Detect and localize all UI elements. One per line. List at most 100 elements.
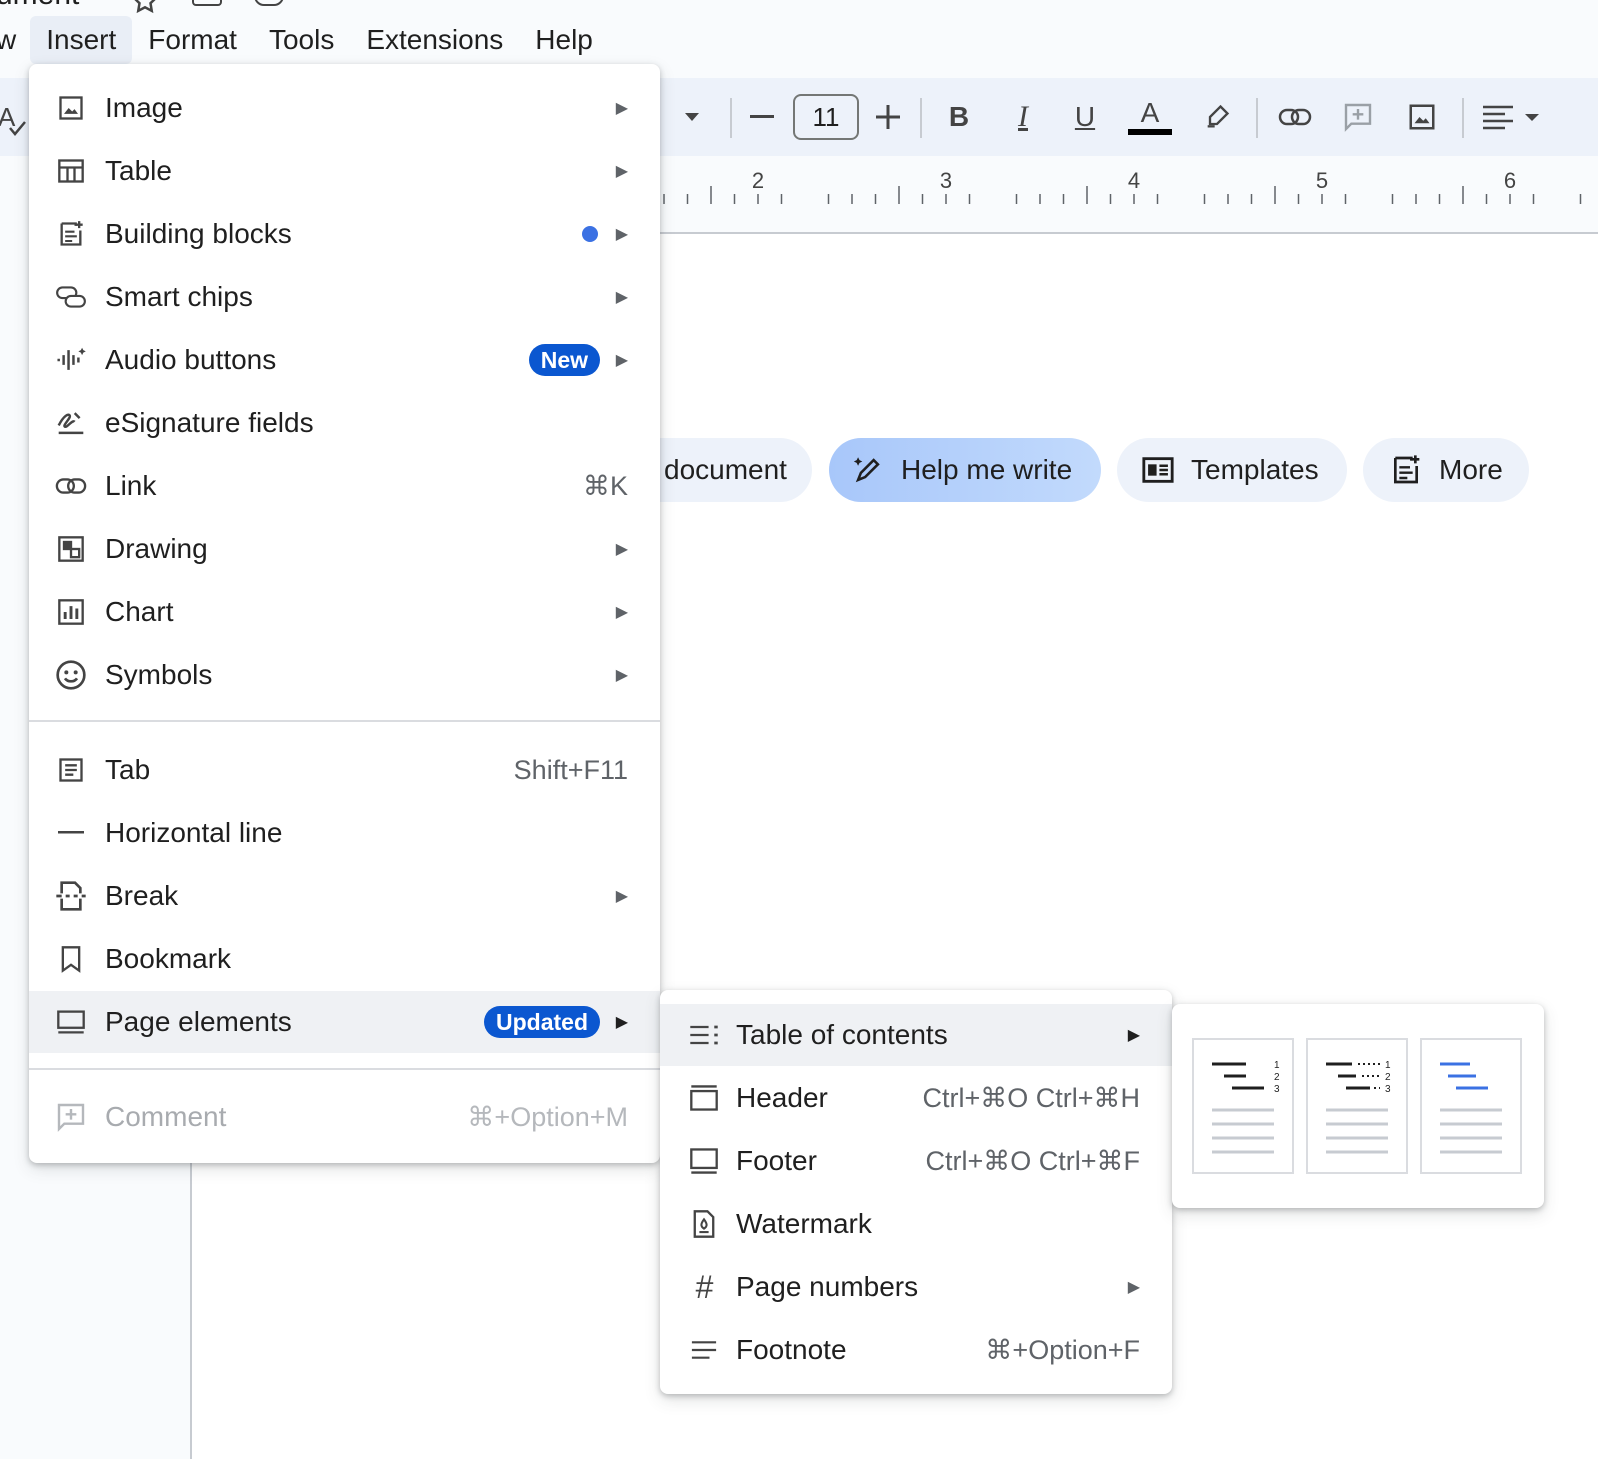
- menu-item-label: Horizontal line: [105, 817, 283, 848]
- menu-item-header[interactable]: Header Ctrl+⌘O Ctrl+⌘H: [660, 1067, 1172, 1129]
- menu-item-label: Page elements: [105, 1006, 292, 1037]
- menu-extensions[interactable]: Extensions: [350, 16, 519, 64]
- menu-item-label: Link: [105, 470, 157, 501]
- menu-item-shortcut: Ctrl+⌘O Ctrl+⌘F: [925, 1145, 1140, 1176]
- submenu-arrow-icon: ▶: [1127, 1279, 1140, 1296]
- toolbar-divider: [1256, 98, 1258, 138]
- underline-button[interactable]: U: [1068, 78, 1102, 156]
- pen-sparkle-icon: [851, 453, 885, 487]
- symbols-icon: [55, 659, 87, 691]
- horizontal-line-icon: [55, 817, 87, 849]
- menu-item-shortcut: Ctrl+⌘O Ctrl+⌘H: [922, 1082, 1140, 1113]
- menu-divider: [29, 720, 660, 722]
- decrease-font-size-button[interactable]: [746, 78, 778, 156]
- menu-view[interactable]: w: [0, 16, 30, 64]
- align-left-icon[interactable]: [1480, 78, 1542, 156]
- menu-item-audio-buttons[interactable]: Audio buttons New ▶: [29, 329, 660, 391]
- menu-item-label: Break: [105, 880, 179, 911]
- insert-link-icon[interactable]: [1276, 78, 1314, 156]
- ruler-number: 2: [751, 168, 765, 193]
- menubar: w Insert Format Tools Extensions Help: [0, 14, 609, 66]
- submenu-arrow-icon: ▶: [615, 226, 628, 243]
- text-color-button[interactable]: A: [1126, 78, 1174, 156]
- text-color-swatch: [1128, 129, 1172, 135]
- highlight-color-icon[interactable]: [1200, 78, 1234, 156]
- menu-item-smart-chips[interactable]: Smart chips ▶: [29, 266, 660, 328]
- menu-item-label: Table: [105, 155, 172, 186]
- menu-item-table-of-contents[interactable]: Table of contents ▶: [660, 1004, 1172, 1066]
- toc-option-dotted[interactable]: 1 2 3: [1306, 1038, 1408, 1174]
- toc-number-3: 3: [1385, 1084, 1391, 1095]
- chip-document-label: document: [664, 454, 787, 485]
- toolbar-divider: [1462, 98, 1464, 138]
- page-elements-icon: [55, 1006, 87, 1038]
- menu-item-footer[interactable]: Footer Ctrl+⌘O Ctrl+⌘F: [660, 1130, 1172, 1192]
- toc-option-plain-text[interactable]: 1 2 3: [1192, 1038, 1294, 1174]
- menu-insert[interactable]: Insert: [30, 16, 133, 64]
- menu-item-label: Drawing: [105, 533, 208, 564]
- menu-item-label: Header: [736, 1082, 828, 1113]
- submenu-arrow-icon: ▶: [615, 1014, 628, 1031]
- menu-item-label: Footer: [736, 1145, 817, 1176]
- menu-item-drawing[interactable]: Drawing ▶: [29, 518, 660, 580]
- spellcheck-icon[interactable]: A: [0, 98, 30, 138]
- menu-item-break[interactable]: Break ▶: [29, 865, 660, 927]
- menu-help[interactable]: Help: [519, 16, 609, 64]
- menu-item-label: Watermark: [736, 1208, 872, 1239]
- submenu-arrow-icon: ▶: [615, 352, 628, 369]
- header-icon: [688, 1082, 720, 1114]
- font-size-input[interactable]: 11: [793, 94, 859, 140]
- menu-item-bookmark[interactable]: Bookmark: [29, 928, 660, 990]
- watermark-icon: [688, 1208, 720, 1240]
- menu-item-chart[interactable]: Chart ▶: [29, 581, 660, 643]
- tab-icon: [55, 754, 87, 786]
- menu-item-building-blocks[interactable]: Building blocks ▶: [29, 203, 660, 265]
- toolbar-divider: [730, 98, 732, 138]
- menu-item-label: Bookmark: [105, 943, 232, 974]
- menu-divider: [29, 1068, 660, 1070]
- menu-item-tab[interactable]: Tab Shift+F11: [29, 739, 660, 801]
- font-dropdown-arrow-icon[interactable]: [676, 78, 708, 156]
- templates-label: Templates: [1191, 454, 1319, 485]
- table-icon: [55, 155, 87, 187]
- insert-image-icon[interactable]: [1404, 78, 1440, 156]
- menu-item-page-numbers[interactable]: # Page numbers ▶: [660, 1256, 1172, 1318]
- insert-menu: Image ▶ Table ▶ Building blocks ▶ Smart …: [29, 64, 660, 1163]
- chart-icon: [55, 596, 87, 628]
- cloud-status-icon[interactable]: [254, 0, 284, 6]
- spellcheck-letter: A: [0, 102, 16, 132]
- menu-item-footnote[interactable]: Footnote ⌘+Option+F: [660, 1319, 1172, 1381]
- help-me-write-button[interactable]: Help me write: [829, 438, 1101, 502]
- menu-item-table[interactable]: Table ▶: [29, 140, 660, 202]
- menu-item-watermark[interactable]: Watermark: [660, 1193, 1172, 1255]
- increase-font-size-button[interactable]: [872, 78, 904, 156]
- menu-item-label: eSignature fields: [105, 407, 314, 438]
- italic-button[interactable]: I: [1006, 78, 1040, 156]
- new-feature-dot: [582, 226, 598, 242]
- add-comment-icon[interactable]: [1340, 78, 1376, 156]
- menu-item-link[interactable]: Link ⌘K: [29, 455, 660, 517]
- more-button[interactable]: More: [1363, 438, 1529, 502]
- bold-button[interactable]: B: [942, 78, 976, 156]
- toc-option-blue-links[interactable]: [1420, 1038, 1522, 1174]
- ruler-number: 6: [1503, 168, 1517, 193]
- submenu-arrow-icon: ▶: [615, 667, 628, 684]
- templates-button[interactable]: Templates: [1117, 438, 1347, 502]
- link-icon: [55, 470, 87, 502]
- menu-item-esignature-fields[interactable]: eSignature fields: [29, 392, 660, 454]
- submenu-arrow-icon: ▶: [615, 888, 628, 905]
- move-icon[interactable]: [192, 0, 222, 6]
- page-numbers-icon: #: [695, 1268, 713, 1305]
- document-title[interactable]: ument: [0, 0, 79, 12]
- menu-tools[interactable]: Tools: [253, 16, 350, 64]
- break-icon: [55, 880, 87, 912]
- menu-item-symbols[interactable]: Symbols ▶: [29, 644, 660, 706]
- more-label: More: [1439, 454, 1503, 485]
- menu-item-label: Footnote: [736, 1334, 847, 1365]
- menu-format[interactable]: Format: [132, 16, 253, 64]
- menu-item-image[interactable]: Image ▶: [29, 77, 660, 139]
- audio-buttons-icon: [55, 344, 87, 376]
- menu-item-page-elements[interactable]: Page elements Updated ▶: [29, 991, 660, 1053]
- menu-item-shortcut: Shift+F11: [513, 754, 628, 785]
- menu-item-horizontal-line[interactable]: Horizontal line: [29, 802, 660, 864]
